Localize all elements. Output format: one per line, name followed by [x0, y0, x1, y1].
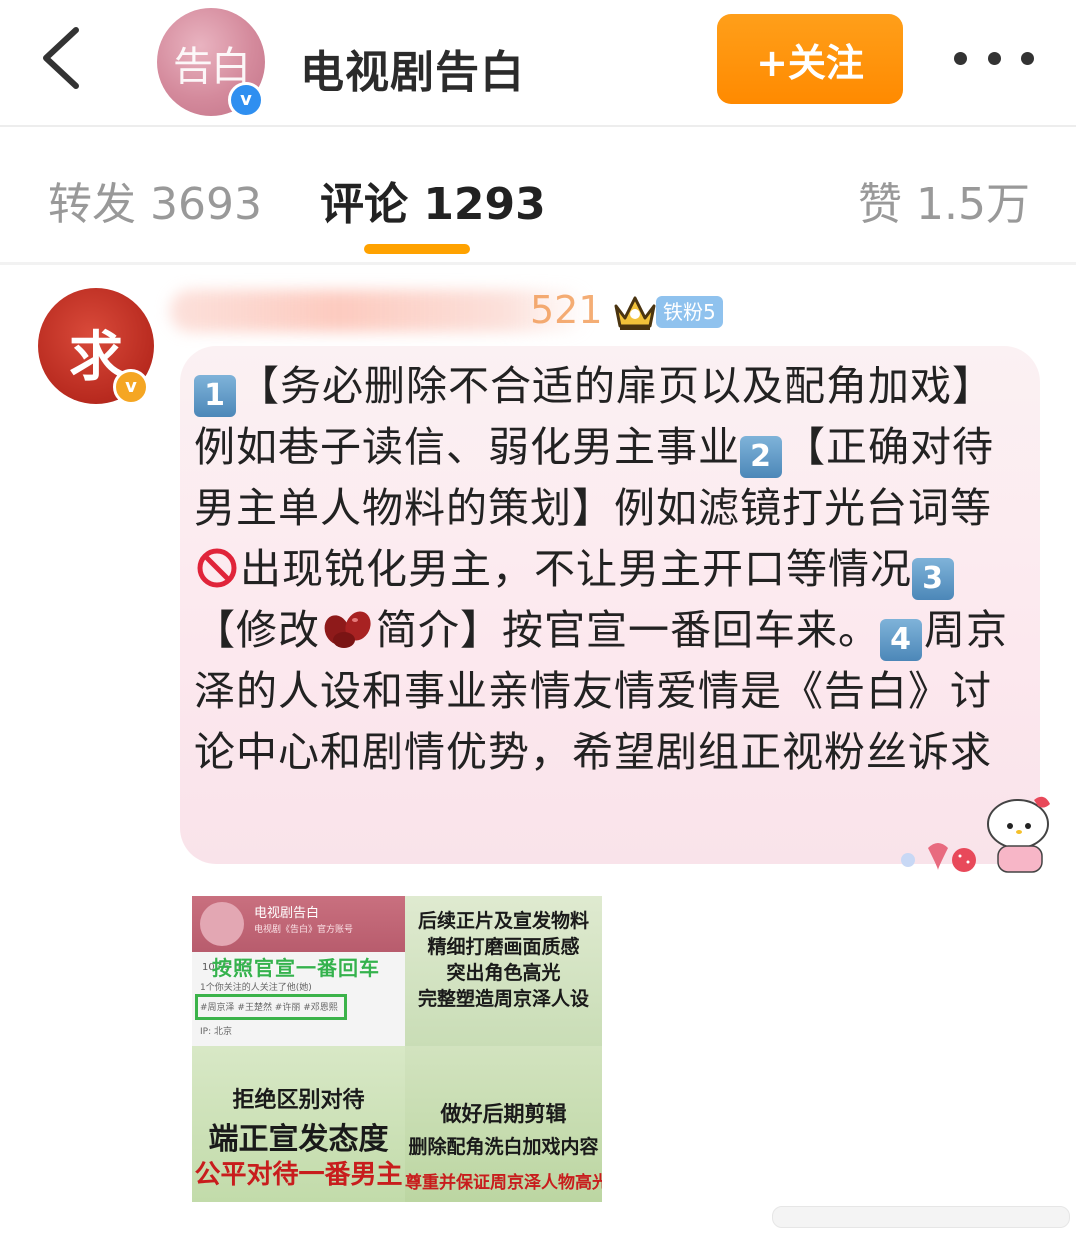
comment-segment: 【修改: [194, 606, 320, 654]
tab-likes[interactable]: 赞 1.5万: [858, 168, 1030, 232]
mini-line: #周京泽 #王楚然 #许丽 #邓恩熙: [200, 1003, 338, 1013]
mini-avatar: [200, 902, 244, 946]
red-bean-icon: [322, 606, 374, 648]
mini-line: 1个你关注的人关注了他(她): [200, 983, 312, 993]
fan-level-badge: 铁粉5: [656, 296, 723, 328]
prohibited-icon: [196, 545, 238, 588]
comment-segment: 简介】按官宣一番回车来。: [376, 606, 880, 654]
comment-segment: 出现锐化男主，不让男主开口等情况: [240, 545, 912, 593]
follow-button[interactable]: +关注: [717, 14, 903, 104]
keycap-1-icon: 1: [194, 375, 236, 417]
mini-account-sub: 电视剧《告白》官方账号: [254, 925, 354, 935]
keycap-3-icon: 3: [912, 558, 954, 600]
active-tab-indicator: [364, 244, 470, 254]
hello-kitty-sticker-icon: [888, 782, 1058, 878]
image-tile-4[interactable]: 做好后期剪辑 删除配角洗白加戏内容 尊重并保证周京泽人物高光: [405, 1046, 602, 1202]
verified-badge-icon: v: [113, 369, 149, 405]
horizontal-scrollbar[interactable]: [772, 1206, 1070, 1228]
commenter-username-tail[interactable]: 521: [530, 288, 603, 332]
tab-repost[interactable]: 转发 3693: [48, 168, 262, 232]
image-tile-3[interactable]: 拒绝区别对待 端正宣发态度 公平对待一番男主: [192, 1046, 405, 1202]
mini-account-name: 电视剧告白: [254, 906, 320, 921]
account-name[interactable]: 电视剧告白: [300, 36, 525, 100]
commenter-username-redacted[interactable]: [170, 290, 590, 332]
image-tile-2[interactable]: 后续正片及宣发物料 精细打磨画面质感 突出角色高光 完整塑造周京泽人设: [405, 896, 602, 1046]
comment-image-grid[interactable]: 电视剧告白 电视剧《告白》官方账号 107 5 5万 按照官宣一番回车 1个你关…: [192, 896, 602, 1202]
keycap-2-icon: 2: [740, 436, 782, 478]
mini-line: IP: 北京: [200, 1027, 232, 1037]
comment-text: 1 【务必删除不合适的扉页以及配角加戏】例如巷子读信、弱化男主事业 2 【正确对待男主…: [194, 356, 1024, 783]
tab-comments[interactable]: 评论 1293: [320, 168, 546, 232]
section-divider: [0, 262, 1076, 265]
image-tile-profile-screenshot[interactable]: 电视剧告白 电视剧《告白》官方账号 107 5 5万 按照官宣一番回车 1个你关…: [192, 896, 405, 1046]
tile-banner-text: 按照官宣一番回车: [212, 956, 380, 980]
top-bar: 告白 v 电视剧告白 +关注: [0, 0, 1076, 125]
keycap-4-icon: 4: [880, 619, 922, 661]
more-options-icon[interactable]: [954, 40, 1034, 76]
verified-badge-icon: v: [228, 82, 264, 118]
crown-icon: [612, 292, 658, 332]
back-arrow-icon[interactable]: [38, 26, 86, 90]
header-divider: [0, 125, 1076, 127]
